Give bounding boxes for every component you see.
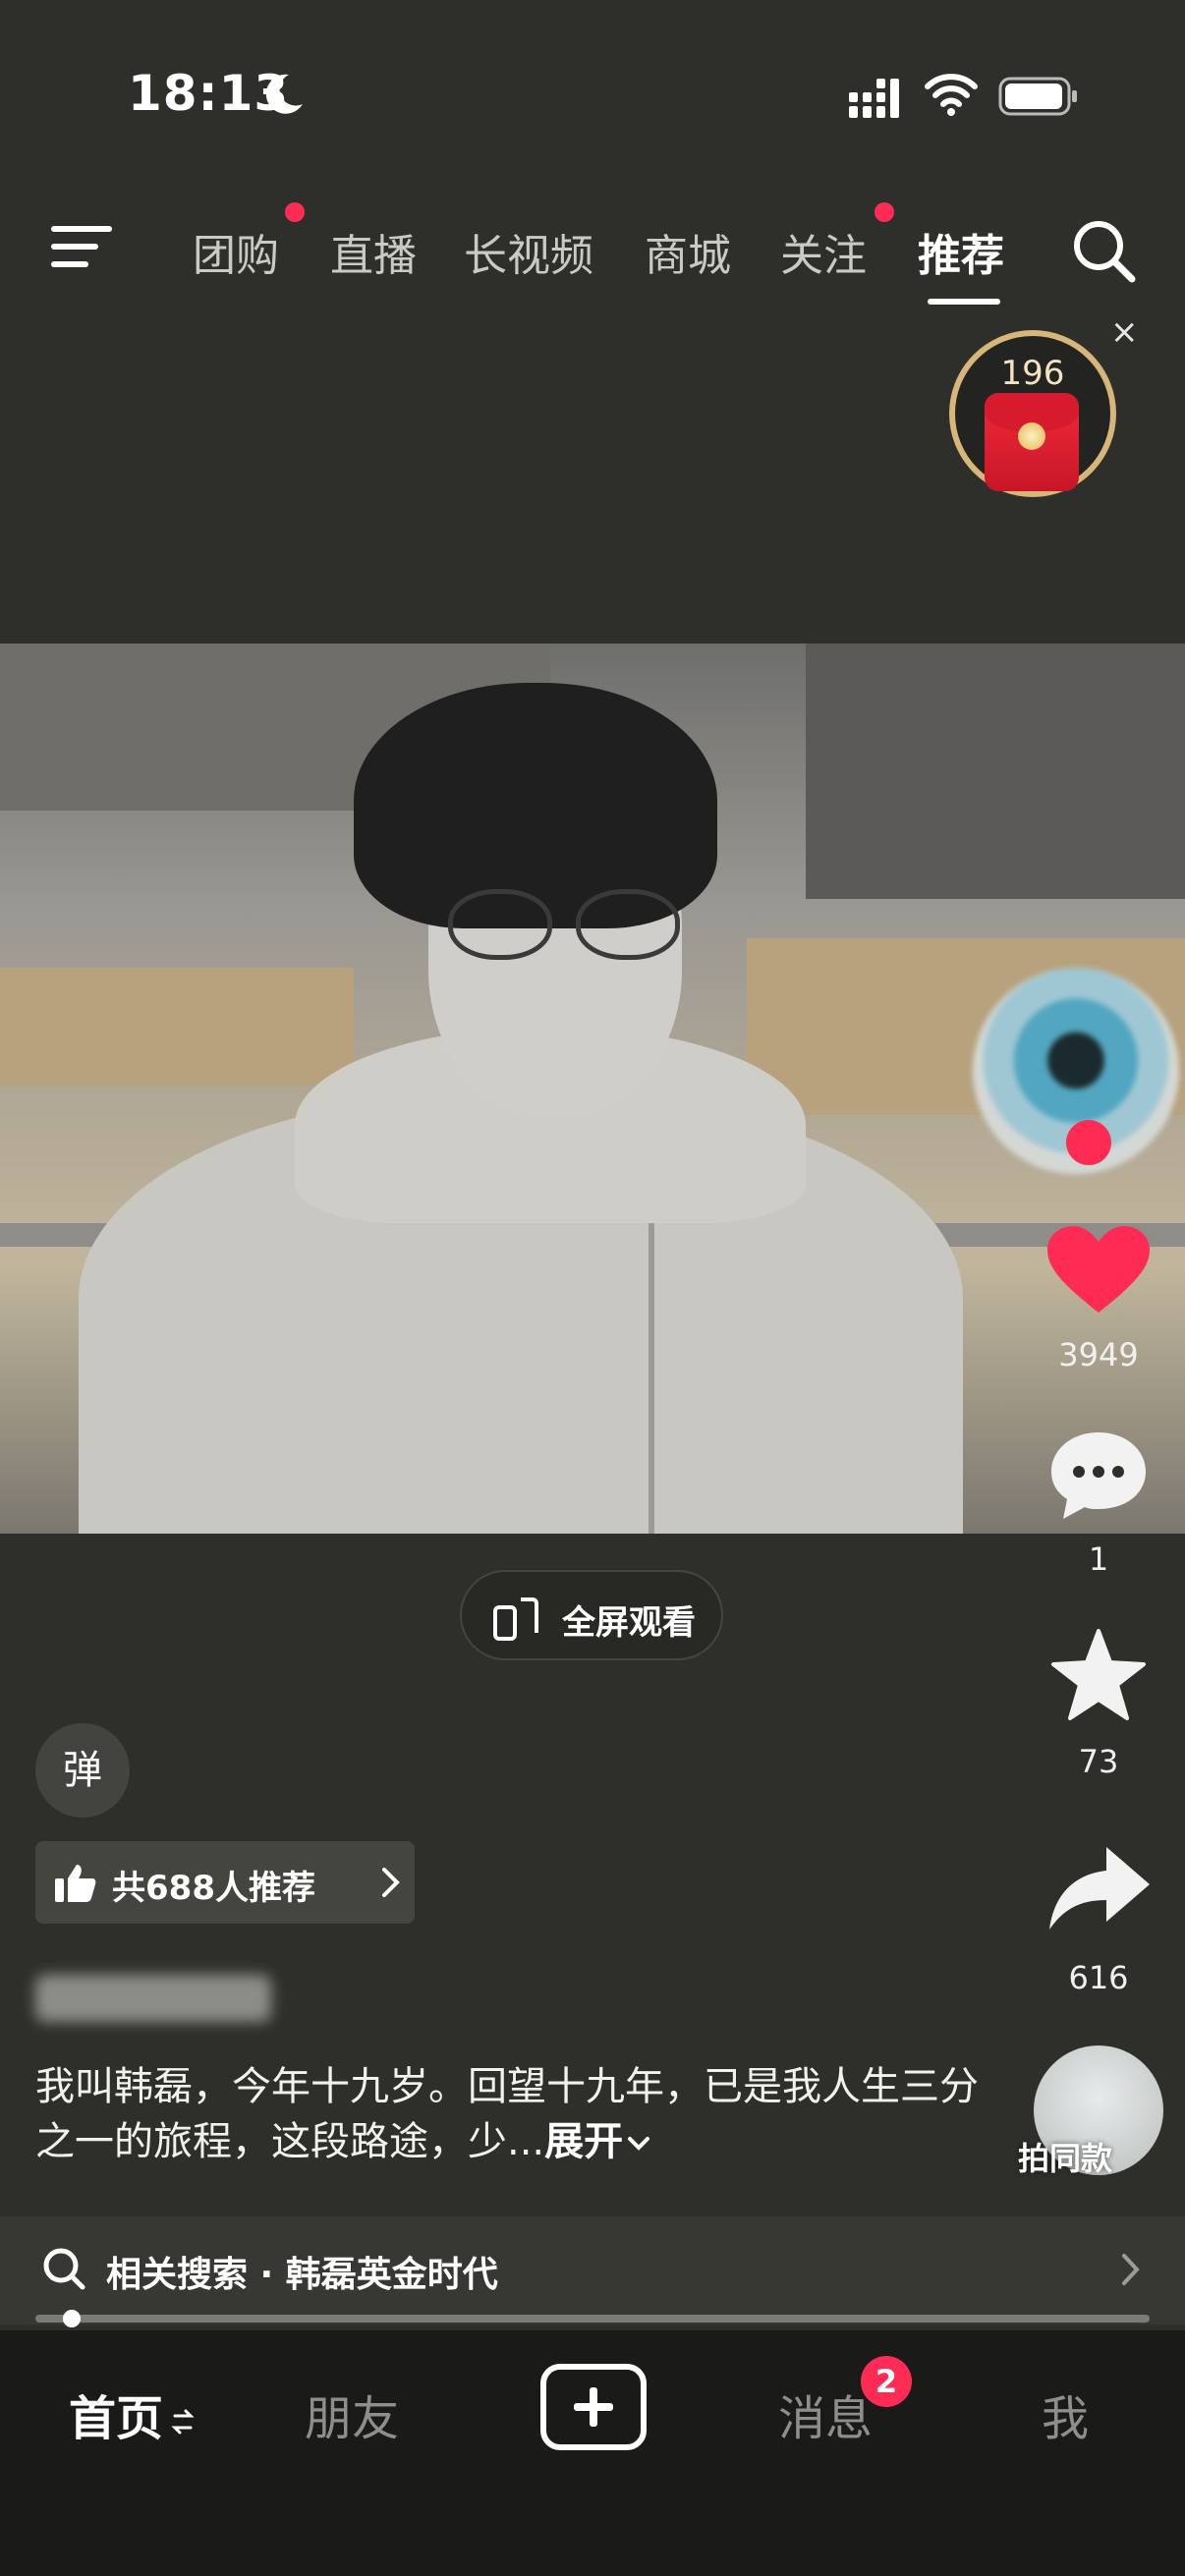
chevron-right-icon: [382, 1868, 400, 1897]
star-icon[interactable]: [1042, 1627, 1156, 1725]
recommend-chip[interactable]: 共688人推荐: [35, 1841, 415, 1924]
glasses-right-lens: [576, 889, 680, 960]
wifi-icon: [925, 74, 978, 116]
author-name-blurred[interactable]: [35, 1975, 271, 2022]
nav-home-label: 首页: [69, 2391, 164, 2446]
red-packet-widget[interactable]: 196: [949, 330, 1116, 497]
fullscreen-button[interactable]: 全屏观看: [460, 1570, 723, 1660]
battery-icon: [998, 77, 1077, 116]
caption-text: 我叫韩磊，今年十九岁。回望十九年，已是我人生三分之一的旅程，这段路途，少...: [35, 2064, 979, 2164]
danmaku-toggle-button[interactable]: 弹: [35, 1723, 130, 1818]
share-icon[interactable]: [1042, 1841, 1156, 1939]
tab-group-buy[interactable]: 团购: [193, 220, 279, 283]
recommend-label: 共688人推荐: [112, 1869, 315, 1908]
person-hair: [354, 683, 717, 928]
moon-icon: [265, 74, 303, 114]
tab-recommend[interactable]: 推荐: [918, 220, 1004, 283]
follow-plus-button[interactable]: [1066, 1120, 1111, 1165]
swap-icon: [171, 2409, 195, 2435]
favorite-count: 73: [1078, 1743, 1119, 1780]
fullscreen-label: 全屏观看: [562, 1603, 696, 1643]
active-tab-indicator: [928, 299, 1000, 305]
nav-messages[interactable]: 消息: [778, 2380, 873, 2448]
menu-icon[interactable]: [51, 222, 112, 271]
background-towers: [806, 644, 1185, 899]
search-icon[interactable]: [1069, 216, 1138, 285]
bottom-nav: 首页 朋友 消息 2 我: [0, 2330, 1185, 2576]
coin-icon: [1018, 422, 1045, 450]
tab-group-buy-dot: [285, 202, 305, 222]
tab-following[interactable]: 关注: [780, 220, 867, 283]
video-caption[interactable]: 我叫韩磊，今年十九岁。回望十九年，已是我人生三分之一的旅程，这段路途，少...展…: [35, 2059, 979, 2169]
nav-friends[interactable]: 朋友: [305, 2380, 399, 2448]
heart-icon[interactable]: [1042, 1222, 1156, 1320]
search-icon: [43, 2248, 85, 2290]
red-envelope-icon: [985, 393, 1079, 491]
tab-long-video[interactable]: 长视频: [464, 220, 593, 283]
top-nav: 团购 直播 长视频 商城 关注 推荐: [0, 196, 1185, 314]
like-count: 3949: [1058, 1336, 1139, 1373]
red-packet-count: 196: [1000, 354, 1065, 393]
person-zipper: [649, 1194, 654, 1534]
related-search-bar[interactable]: 相关搜索 · 韩磊英金时代: [0, 2216, 1185, 2324]
nav-home[interactable]: 首页: [69, 2380, 195, 2448]
shoot-same-label[interactable]: 拍同款: [1018, 2134, 1112, 2179]
red-packet-close-button[interactable]: ×: [1110, 312, 1139, 352]
chevron-down-icon: [628, 2137, 650, 2151]
comment-count: 1: [1088, 1540, 1109, 1578]
message-badge: 2: [861, 2356, 912, 2407]
thumbs-up-icon: [55, 1865, 96, 1902]
tab-mall[interactable]: 商城: [645, 220, 731, 283]
share-count: 616: [1068, 1959, 1129, 1996]
signal-icon: [849, 79, 899, 118]
related-search-label: 相关搜索 · 韩磊英金时代: [106, 2255, 498, 2295]
video-progress-bar[interactable]: [35, 2315, 1150, 2323]
nav-me[interactable]: 我: [1042, 2380, 1089, 2448]
video-progress-thumb[interactable]: [62, 2310, 81, 2327]
tab-live[interactable]: 直播: [330, 220, 417, 283]
chevron-right-icon: [1122, 2254, 1140, 2285]
create-button[interactable]: [540, 2364, 647, 2450]
comment-icon[interactable]: [1042, 1425, 1156, 1523]
caption-expand-button[interactable]: 展开: [544, 2119, 623, 2164]
glasses-left-lens: [448, 889, 552, 960]
background-rooftops-left: [0, 968, 354, 1086]
rotate-screen-icon: [493, 1597, 538, 1641]
status-bar: 18:13: [0, 0, 1185, 187]
tab-following-dot: [875, 202, 894, 222]
plus-icon: [574, 2387, 613, 2427]
